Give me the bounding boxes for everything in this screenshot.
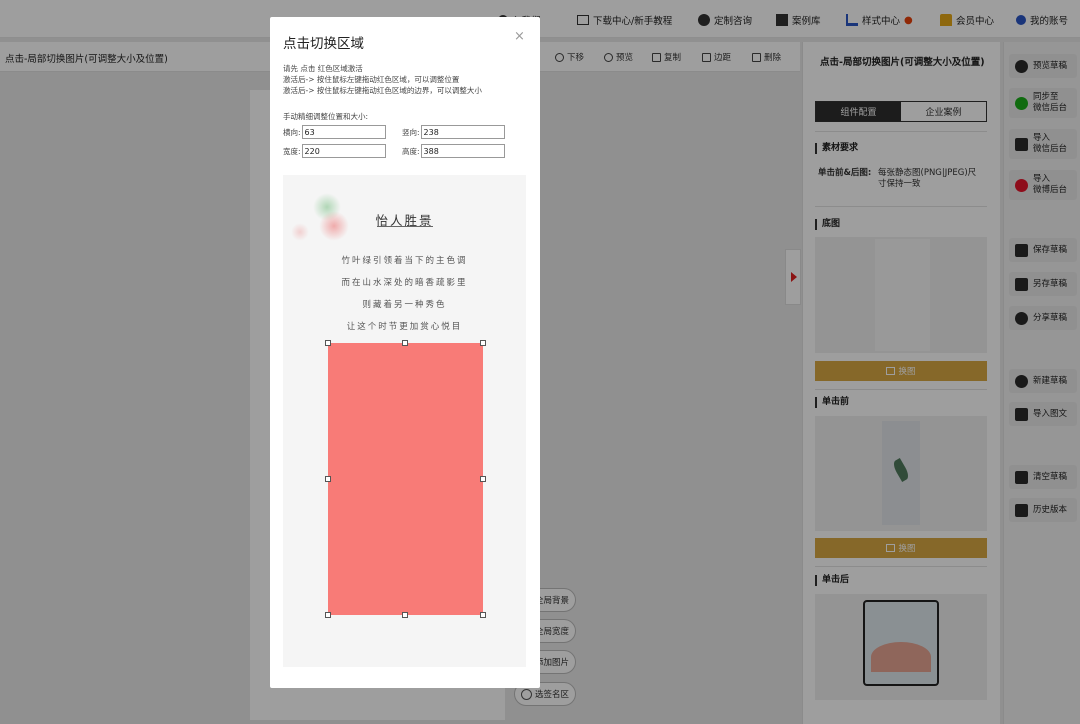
y-input[interactable] xyxy=(420,125,505,139)
hint-resize: 激活后-> 按住鼠标左键拖动红色区域的边界，可以调整大小 xyxy=(283,86,482,95)
x-label: 横向: xyxy=(283,127,301,137)
resize-handle-w[interactable] xyxy=(325,476,331,482)
preview-area: 怡人胜景 竹叶绿引领着当下的主色调 而在山水深处的暗香疏影里 则藏着另一种秀色 … xyxy=(283,175,526,667)
y-field: 竖向: xyxy=(402,125,505,139)
width-input[interactable] xyxy=(301,144,386,158)
height-field: 高度: xyxy=(402,144,505,158)
height-input[interactable] xyxy=(420,144,505,158)
preview-line-4: 让这个时节更加赏心悦目 xyxy=(346,322,463,332)
resize-handle-nw[interactable] xyxy=(325,340,331,346)
click-switch-area-dialog: 点击切换区域 × 请先 点击 红色区域激活 激活后-> 按住鼠标左键拖动红色区域… xyxy=(270,17,540,688)
preview-line-2: 而在山水深处的暗香疏影里 xyxy=(341,278,468,288)
height-label: 高度: xyxy=(402,146,420,156)
switch-area-region[interactable] xyxy=(328,343,483,615)
resize-handle-sw[interactable] xyxy=(325,612,331,618)
manual-adjust-label: 手动精细调整位置和大小: xyxy=(283,112,369,121)
width-field: 宽度: xyxy=(283,144,386,158)
width-label: 宽度: xyxy=(283,146,301,156)
x-input[interactable] xyxy=(301,125,386,139)
y-label: 竖向: xyxy=(402,127,420,137)
modal-backdrop[interactable] xyxy=(0,0,1080,724)
resize-handle-e[interactable] xyxy=(480,476,486,482)
hint-activate: 请先 点击 红色区域激活 xyxy=(283,64,363,73)
title-underline xyxy=(377,226,433,227)
x-field: 横向: xyxy=(283,125,386,139)
close-icon[interactable]: × xyxy=(514,29,525,44)
hint-move: 激活后-> 按住鼠标左键拖动红色区域，可以调整位置 xyxy=(283,75,460,84)
preview-line-3: 则藏着另一种秀色 xyxy=(362,300,447,310)
resize-handle-ne[interactable] xyxy=(480,340,486,346)
preview-line-1: 竹叶绿引领着当下的主色调 xyxy=(341,256,468,266)
resize-handle-se[interactable] xyxy=(480,612,486,618)
resize-handle-s[interactable] xyxy=(402,612,408,618)
dialog-title: 点击切换区域 xyxy=(283,36,364,52)
resize-handle-n[interactable] xyxy=(402,340,408,346)
